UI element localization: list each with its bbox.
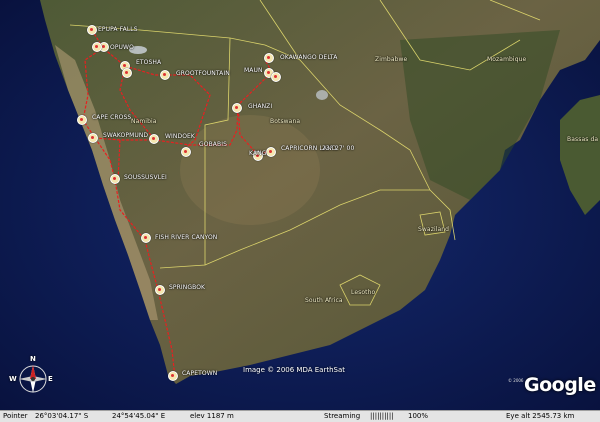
country-label-namibia: Namibia <box>131 118 157 125</box>
eye-altitude: Eye alt 2545.73 km <box>506 412 575 420</box>
country-label-zimbabwe: Zimbabwe <box>375 56 408 63</box>
place-label-kang[interactable]: KANG <box>249 150 266 157</box>
compass-east-label: E <box>48 375 53 383</box>
country-label-mozambique: Mozambique <box>487 56 527 63</box>
country-label-swaziland: Swaziland <box>418 226 450 233</box>
placemark-pin-icon[interactable] <box>168 371 178 381</box>
streaming-progress: |||||||||| <box>370 412 394 420</box>
placemark-pin-icon[interactable] <box>88 133 98 143</box>
country-label-lesotho: Lesotho <box>351 289 376 296</box>
navigation-compass[interactable]: N E W <box>9 355 56 402</box>
placemark-pin-icon[interactable] <box>155 285 165 295</box>
placemark-pin-icon[interactable] <box>264 53 274 63</box>
map-view[interactable]: EPUPA FALLS OPUWO ETOSHA GROOTFOUNTAIN C… <box>0 0 600 410</box>
pointer-latitude: 26°03'04.17" S <box>35 412 89 420</box>
place-label-capetown[interactable]: CAPETOWN <box>182 370 217 377</box>
placemark-pin-icon[interactable] <box>122 68 132 78</box>
place-label-windoek[interactable]: WINDOEK <box>165 133 195 140</box>
tropic-coordinate-label: 23° 27' 00 <box>322 145 355 152</box>
placemark-pin-icon[interactable] <box>181 147 191 157</box>
google-logo: Google <box>524 374 596 396</box>
place-label-etosha[interactable]: ETOSHA <box>136 59 161 66</box>
streaming-percent: 100% <box>408 412 429 420</box>
country-label-south-africa: South Africa <box>305 297 343 304</box>
placemark-pin-icon[interactable] <box>149 134 159 144</box>
placemark-pin-icon[interactable] <box>266 147 276 157</box>
placemark-pin-icon[interactable] <box>232 103 242 113</box>
place-label-fish-river-canyon[interactable]: FISH RIVER CANYON <box>155 234 217 241</box>
place-label-okawango-delta[interactable]: OKAWANGO DELTA <box>280 54 337 61</box>
status-bar: Pointer 26°03'04.17" S 24°54'45.04" E el… <box>0 410 600 422</box>
elevation-readout: elev 1187 m <box>190 412 234 420</box>
compass-west-label: W <box>9 375 17 383</box>
country-label-bassas-da: Bassas da <box>567 136 599 143</box>
place-label-springbok[interactable]: SPRINGBOK <box>169 284 205 291</box>
place-label-cape-cross[interactable]: CAPE CROSS <box>92 114 131 121</box>
placemark-pin-icon[interactable] <box>92 42 102 52</box>
place-label-soussusvlei[interactable]: SOUSSUSVLEI <box>124 174 167 181</box>
imagery-credit: Image © 2006 MDA EarthSat <box>243 366 345 374</box>
streaming-label: Streaming <box>324 412 361 420</box>
pointer-longitude: 24°54'45.04" E <box>112 412 166 420</box>
placemark-pin-icon[interactable] <box>160 70 170 80</box>
country-label-botswana: Botswana <box>270 118 301 125</box>
placemark-pin-icon[interactable] <box>271 72 281 82</box>
place-label-gobabis[interactable]: GOBABIS <box>199 141 227 148</box>
pointer-label: Pointer <box>3 412 28 420</box>
placemark-pin-icon[interactable] <box>141 233 151 243</box>
place-label-ghanzi[interactable]: GHANZI <box>248 103 272 110</box>
place-label-grootfountain[interactable]: GROOTFOUNTAIN <box>176 70 230 77</box>
compass-north-label: N <box>30 355 36 363</box>
place-label-opuwo[interactable]: OPUWO <box>110 44 134 51</box>
logo-copyright: © 2006 <box>508 378 524 383</box>
place-label-epupa-falls[interactable]: EPUPA FALLS <box>98 26 138 33</box>
placemark-pin-icon[interactable] <box>87 25 97 35</box>
place-label-swakopmund[interactable]: SWAKOPMUND <box>103 132 148 139</box>
placemark-pin-icon[interactable] <box>77 115 87 125</box>
place-label-maun[interactable]: MAUN <box>244 67 263 74</box>
placemark-pin-icon[interactable] <box>110 174 120 184</box>
